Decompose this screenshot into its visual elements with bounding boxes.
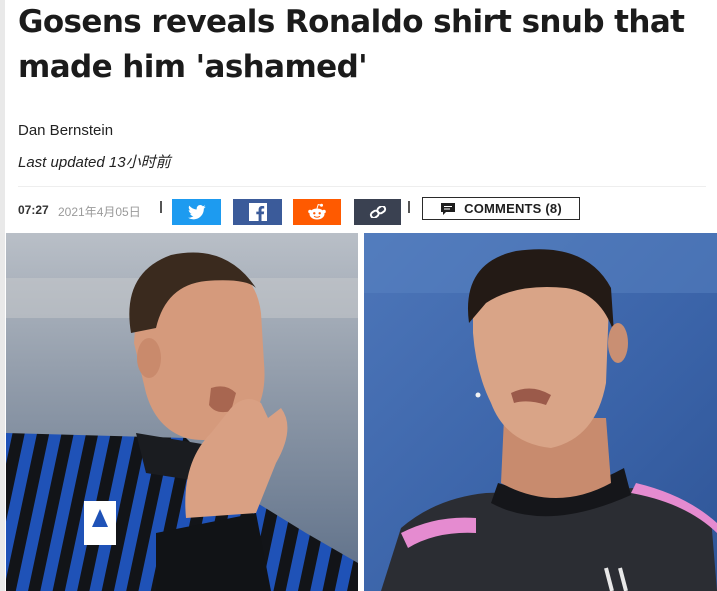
comments-label: COMMENTS (8) [464,201,562,216]
left-photo-atalanta-player [6,233,358,591]
share-link-button[interactable] [354,199,401,225]
article-headline: Gosens reveals Ronaldo shirt snub that m… [18,4,685,85]
last-updated: Last updated 13小时前 [18,154,171,171]
left-rule [0,0,5,591]
separator [408,201,410,213]
comments-button[interactable]: COMMENTS (8) [422,197,580,220]
link-icon [369,206,386,218]
publish-date: 2021年4月05日 [58,205,141,219]
reddit-icon [308,203,326,220]
publish-time: 07:27 [18,203,49,217]
author-name[interactable]: Dan Bernstein [18,122,113,139]
divider [18,186,706,187]
right-photo-ronaldo [364,233,717,591]
share-twitter-button[interactable] [172,199,221,225]
comment-icon [441,202,456,215]
twitter-icon [187,204,206,219]
share-reddit-button[interactable] [293,199,341,225]
separator [160,201,162,213]
facebook-icon [248,203,267,221]
share-facebook-button[interactable] [233,199,282,225]
photo-split [358,233,364,591]
hero-image [6,233,717,591]
